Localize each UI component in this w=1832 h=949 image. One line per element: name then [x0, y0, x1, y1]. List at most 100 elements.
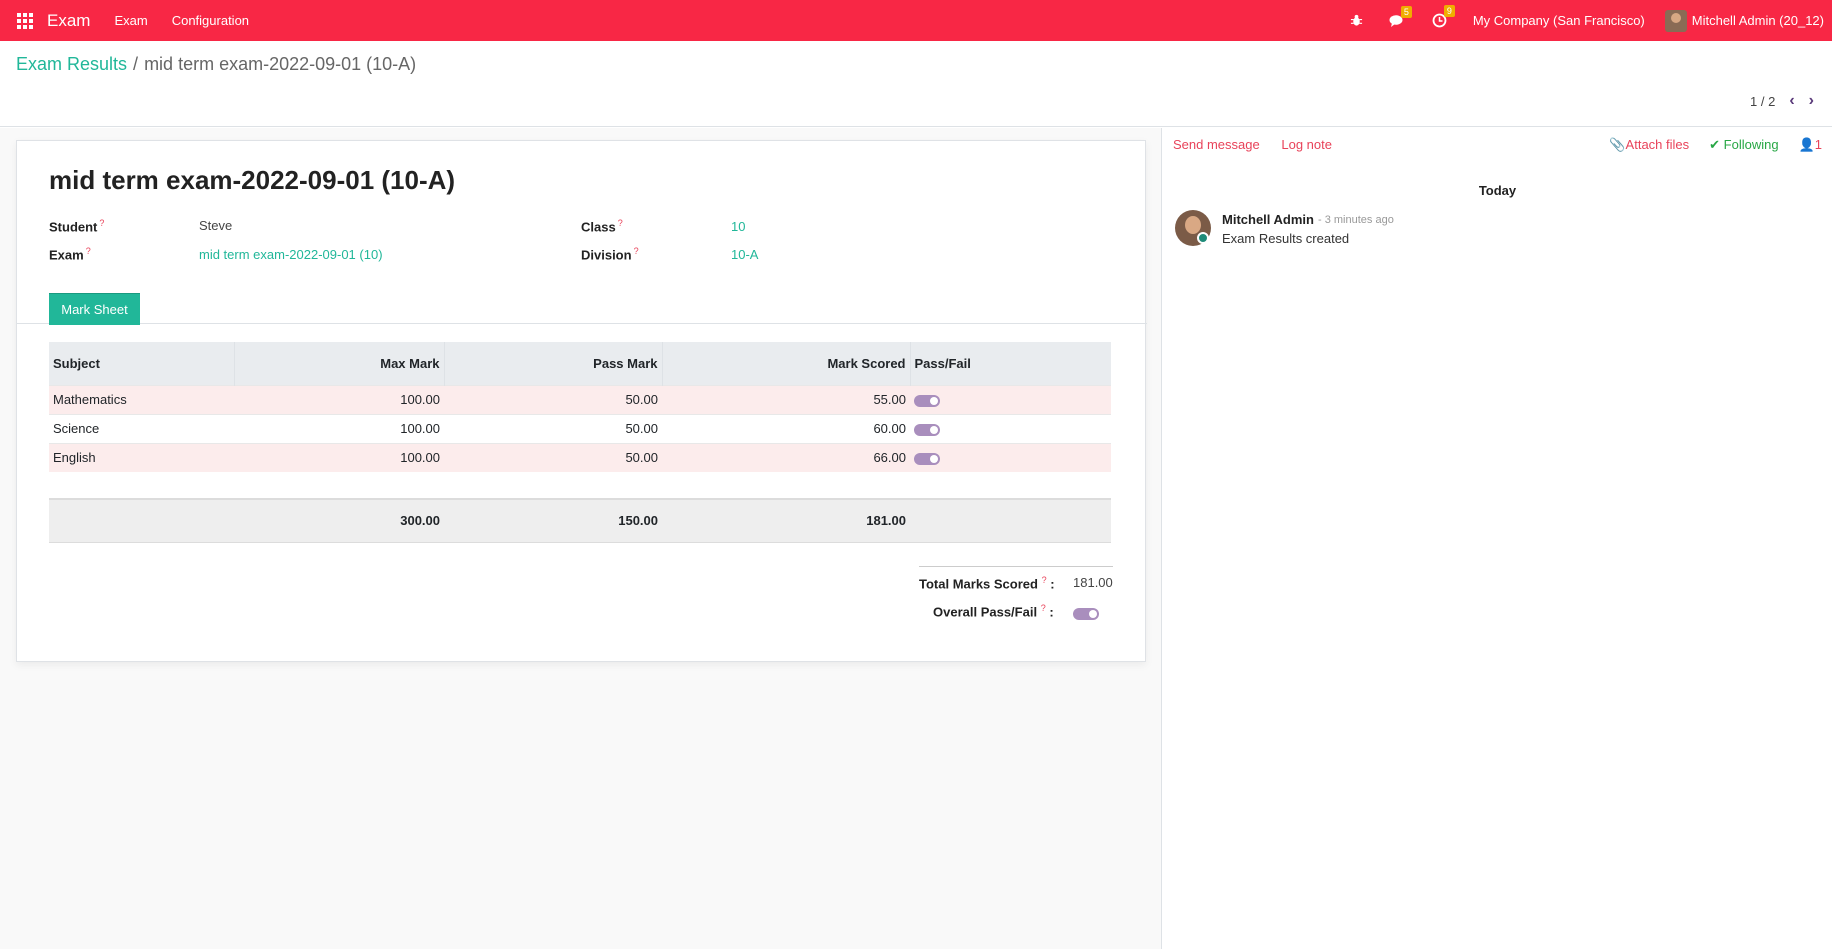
date-separator: Today — [1478, 183, 1517, 198]
division-label: Division? — [581, 246, 639, 263]
mark-scored-cell: 66.00 — [662, 442, 910, 472]
pass-mark-cell: 50.00 — [444, 413, 662, 443]
attach-files-button[interactable]: 📎Attach files — [1609, 137, 1689, 153]
send-message-button[interactable]: Send message — [1173, 137, 1260, 152]
total-max-mark: 300.00 — [234, 498, 444, 543]
table-row[interactable]: Mathematics 100.00 50.00 55.00 — [49, 384, 1111, 414]
help-tooltip-icon[interactable]: ? — [99, 218, 104, 228]
pager-next-icon[interactable]: › — [1809, 92, 1814, 110]
apps-menu-icon[interactable] — [17, 12, 33, 29]
chatter-panel: Send message Log note 📎Attach files ✔ Fo… — [1163, 128, 1832, 949]
help-tooltip-icon[interactable]: ? — [1041, 603, 1046, 613]
summary-totals-divider — [919, 566, 1113, 567]
pass-fail-cell — [910, 442, 1111, 472]
exam-label: Exam? — [49, 246, 91, 263]
table-spacer-row — [49, 472, 1111, 499]
message-author[interactable]: Mitchell Admin — [1222, 212, 1314, 227]
menu-exam[interactable]: Exam — [114, 13, 147, 28]
breadcrumb-separator: / — [133, 54, 139, 74]
overall-pass-fail-field — [1073, 605, 1099, 620]
max-mark-cell: 100.00 — [234, 442, 444, 472]
online-status-icon — [1197, 232, 1209, 244]
subject-cell: Science — [49, 413, 234, 443]
menu-configuration[interactable]: Configuration — [172, 13, 249, 28]
overall-pass-fail-label: Overall Pass/Fail ? : — [933, 603, 1054, 620]
paperclip-icon: 📎 — [1609, 137, 1626, 152]
check-icon: ✔ — [1709, 137, 1724, 152]
user-avatar — [1664, 9, 1687, 32]
class-link[interactable]: 10 — [731, 219, 745, 234]
exam-link[interactable]: mid term exam-2022-09-01 (10) — [199, 247, 383, 262]
pager-previous-icon[interactable]: ‹ — [1789, 92, 1794, 110]
log-note-button[interactable]: Log note — [1281, 137, 1332, 152]
following-button[interactable]: ✔ Following — [1709, 137, 1778, 153]
messages-icon[interactable]: 5 — [1389, 5, 1412, 28]
column-header-subject[interactable]: Subject — [49, 342, 235, 385]
chatter-actions: Send message Log note — [1173, 137, 1350, 152]
pass-fail-toggle[interactable] — [914, 394, 940, 407]
activities-count-badge: 9 — [1443, 5, 1455, 17]
help-tooltip-icon[interactable]: ? — [86, 246, 91, 256]
student-value[interactable]: Steve — [199, 218, 232, 233]
form-view: mid term exam-2022-09-01 (10-A) Student?… — [0, 128, 1162, 949]
pass-fail-toggle[interactable] — [914, 423, 940, 436]
subject-cell: English — [49, 442, 234, 472]
help-tooltip-icon[interactable]: ? — [634, 246, 639, 256]
debug-bug-icon[interactable] — [1350, 14, 1363, 27]
max-mark-cell: 100.00 — [234, 384, 444, 414]
column-header-pass-fail[interactable]: Pass/Fail — [910, 342, 1111, 385]
followers-button[interactable]: 👤1 — [1799, 137, 1822, 153]
pass-fail-cell — [910, 413, 1111, 443]
column-header-max-mark[interactable]: Max Mark — [234, 342, 445, 385]
user-menu[interactable]: Mitchell Admin (20_12) — [1664, 9, 1824, 32]
pager-value[interactable]: 1 / 2 — [1750, 94, 1775, 109]
messages-count-badge: 5 — [1400, 5, 1412, 18]
table-header-row: Subject Max Mark Pass Mark Mark Scored P… — [49, 342, 1111, 385]
total-mark-scored: 181.00 — [662, 498, 910, 543]
pass-mark-cell: 50.00 — [444, 442, 662, 472]
breadcrumb: Exam Results / mid term exam-2022-09-01 (1… — [16, 54, 416, 75]
breadcrumb-parent-link[interactable]: Exam Results — [16, 54, 127, 74]
table-row[interactable]: English 100.00 50.00 66.00 — [49, 442, 1111, 472]
record-pager: 1 / 2 ‹ › — [1750, 92, 1814, 110]
totals-empty-cell — [49, 498, 234, 543]
notebook-tabs: Mark Sheet — [17, 291, 1147, 325]
chatter-follow-actions: 📎Attach files ✔ Following 👤1 — [1609, 137, 1822, 153]
navbar-systray: 5 9 My Company (San Francisco) Mitchell … — [1350, 0, 1832, 41]
app-brand[interactable]: Exam — [47, 11, 90, 31]
subject-cell: Mathematics — [49, 384, 234, 414]
control-panel: Exam Results / mid term exam-2022-09-01 (1… — [0, 41, 1832, 127]
column-header-pass-mark[interactable]: Pass Mark — [444, 342, 663, 385]
table-totals-row: 300.00 150.00 181.00 — [49, 498, 1111, 543]
message-body: Exam Results created — [1222, 231, 1350, 246]
mark-scored-cell: 55.00 — [662, 384, 910, 414]
form-sheet: mid term exam-2022-09-01 (10-A) Student?… — [16, 140, 1147, 662]
mark-sheet-table: Subject Max Mark Pass Mark Mark Scored P… — [49, 342, 1111, 543]
record-title: mid term exam-2022-09-01 (10-A) — [49, 165, 456, 195]
mark-scored-cell: 60.00 — [662, 413, 910, 443]
activities-clock-icon[interactable]: 9 — [1432, 5, 1455, 28]
table-row[interactable]: Science 100.00 50.00 60.00 — [49, 413, 1111, 443]
max-mark-cell: 100.00 — [234, 413, 444, 443]
pass-mark-cell: 50.00 — [444, 384, 662, 414]
total-marks-scored-value: 181.00 — [1073, 575, 1113, 590]
user-icon: 👤 — [1798, 137, 1815, 152]
avatar-face — [1185, 216, 1201, 234]
breadcrumb-current: mid term exam-2022-09-01 (10-A) — [144, 54, 417, 74]
top-navbar: Exam Exam Configuration 5 9 My Company (… — [0, 0, 1832, 41]
overall-pass-fail-toggle[interactable] — [1073, 607, 1099, 620]
message-author-avatar[interactable] — [1175, 210, 1211, 246]
column-header-mark-scored[interactable]: Mark Scored — [662, 342, 911, 385]
pass-fail-toggle[interactable] — [914, 452, 940, 465]
student-label: Student? — [49, 218, 105, 235]
help-tooltip-icon[interactable]: ? — [618, 218, 623, 228]
company-switcher[interactable]: My Company (San Francisco) — [1473, 13, 1645, 28]
message-timestamp: - 3 minutes ago — [1318, 214, 1394, 226]
help-tooltip-icon[interactable]: ? — [1042, 575, 1047, 585]
tab-mark-sheet[interactable]: Mark Sheet — [49, 293, 140, 325]
division-link[interactable]: 10-A — [731, 247, 758, 262]
pass-fail-cell — [910, 384, 1111, 414]
total-marks-scored-label: Total Marks Scored ? : — [919, 575, 1055, 592]
user-name: Mitchell Admin (20_12) — [1691, 13, 1824, 28]
total-pass-mark: 150.00 — [444, 498, 662, 543]
